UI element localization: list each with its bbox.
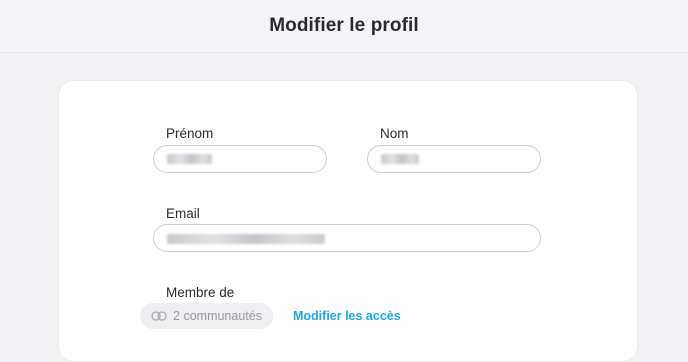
page-header: Modifier le profil	[0, 0, 688, 53]
communities-badge-label: 2 communautés	[173, 309, 262, 323]
communities-badge[interactable]: 2 communautés	[140, 303, 273, 329]
first-name-label: Prénom	[166, 126, 214, 141]
page-title: Modifier le profil	[269, 15, 419, 36]
first-name-field[interactable]	[153, 145, 327, 173]
email-label: Email	[166, 206, 200, 221]
email-field[interactable]	[153, 224, 541, 252]
communities-icon	[151, 311, 167, 321]
edit-access-link[interactable]: Modifier les accès	[293, 309, 401, 323]
membership-label: Membre de	[166, 285, 235, 300]
last-name-label: Nom	[380, 126, 409, 141]
last-name-field[interactable]	[367, 145, 541, 173]
